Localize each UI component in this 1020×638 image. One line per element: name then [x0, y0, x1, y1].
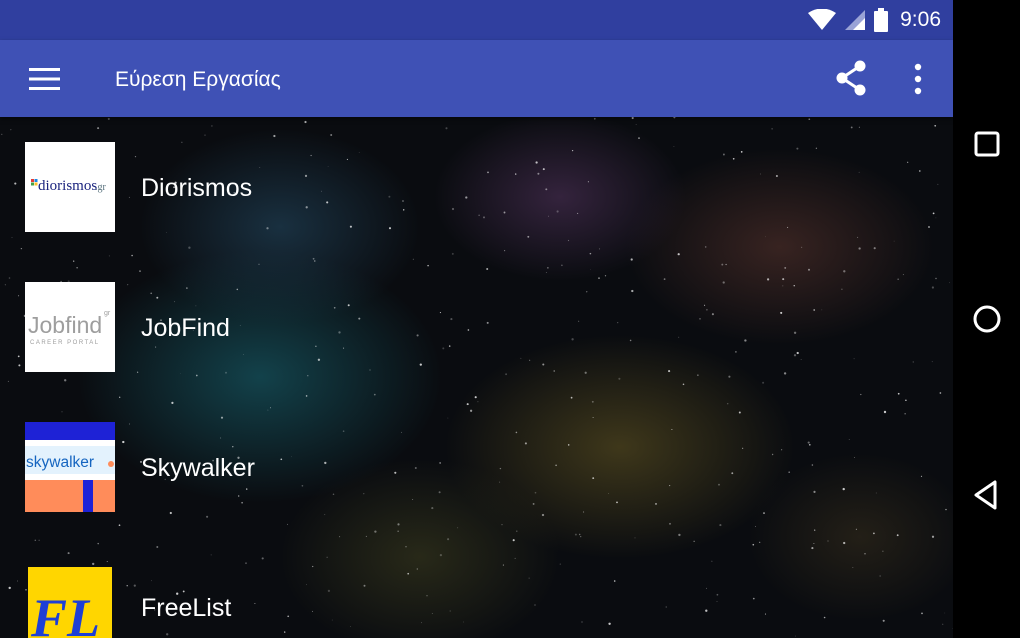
- list-item-skywalker[interactable]: skywalker Skywalker: [0, 397, 953, 517]
- freelist-logo: FL: [28, 567, 112, 638]
- svg-text:diorismos: diorismos: [38, 178, 97, 194]
- cell-signal-icon: [845, 10, 866, 30]
- item-label: Diorismos: [141, 174, 253, 202]
- item-label: JobFind: [141, 314, 230, 342]
- navigation-bar: [953, 0, 1020, 638]
- svg-text:skywalker: skywalker: [26, 454, 94, 471]
- item-label: FreeList: [141, 594, 232, 622]
- back-icon[interactable]: [970, 478, 1004, 512]
- svg-text:.gr: .gr: [95, 182, 107, 193]
- item-label: Skywalker: [141, 454, 255, 482]
- app-bar: Εύρεση Εργασίας: [0, 40, 953, 117]
- jobfind-logo: Jobfind gr CAREER PORTAL: [25, 282, 115, 372]
- clock: 9:06: [900, 8, 941, 31]
- share-icon[interactable]: [834, 60, 868, 96]
- page-title: Εύρεση Εργασίας: [115, 68, 281, 91]
- svg-text:FL: FL: [30, 588, 100, 638]
- status-bar: 9:06: [0, 0, 953, 40]
- list-item-diorismos[interactable]: diorismos .gr Diorismos: [0, 117, 953, 237]
- more-options-icon[interactable]: [906, 62, 930, 96]
- svg-text:CAREER PORTAL: CAREER PORTAL: [30, 340, 100, 346]
- wifi-icon: [808, 9, 837, 30]
- menu-icon[interactable]: [29, 64, 60, 94]
- battery-icon: [874, 8, 889, 32]
- list-item-freelist[interactable]: FL FreeList: [0, 537, 953, 638]
- diorismos-logo: diorismos .gr: [25, 142, 115, 232]
- list-item-jobfind[interactable]: Jobfind gr CAREER PORTAL JobFind: [0, 257, 953, 377]
- home-icon[interactable]: [970, 302, 1004, 336]
- skywalker-logo: skywalker: [25, 422, 115, 512]
- recents-icon[interactable]: [970, 127, 1004, 161]
- app-screen: 9:06 Εύρεση Εργασίας diorismos .gr Diori…: [0, 0, 953, 638]
- svg-text:gr: gr: [104, 310, 111, 317]
- job-sites-list: diorismos .gr Diorismos Jobfind gr CAREE…: [0, 117, 953, 638]
- svg-text:Jobfind: Jobfind: [28, 312, 102, 338]
